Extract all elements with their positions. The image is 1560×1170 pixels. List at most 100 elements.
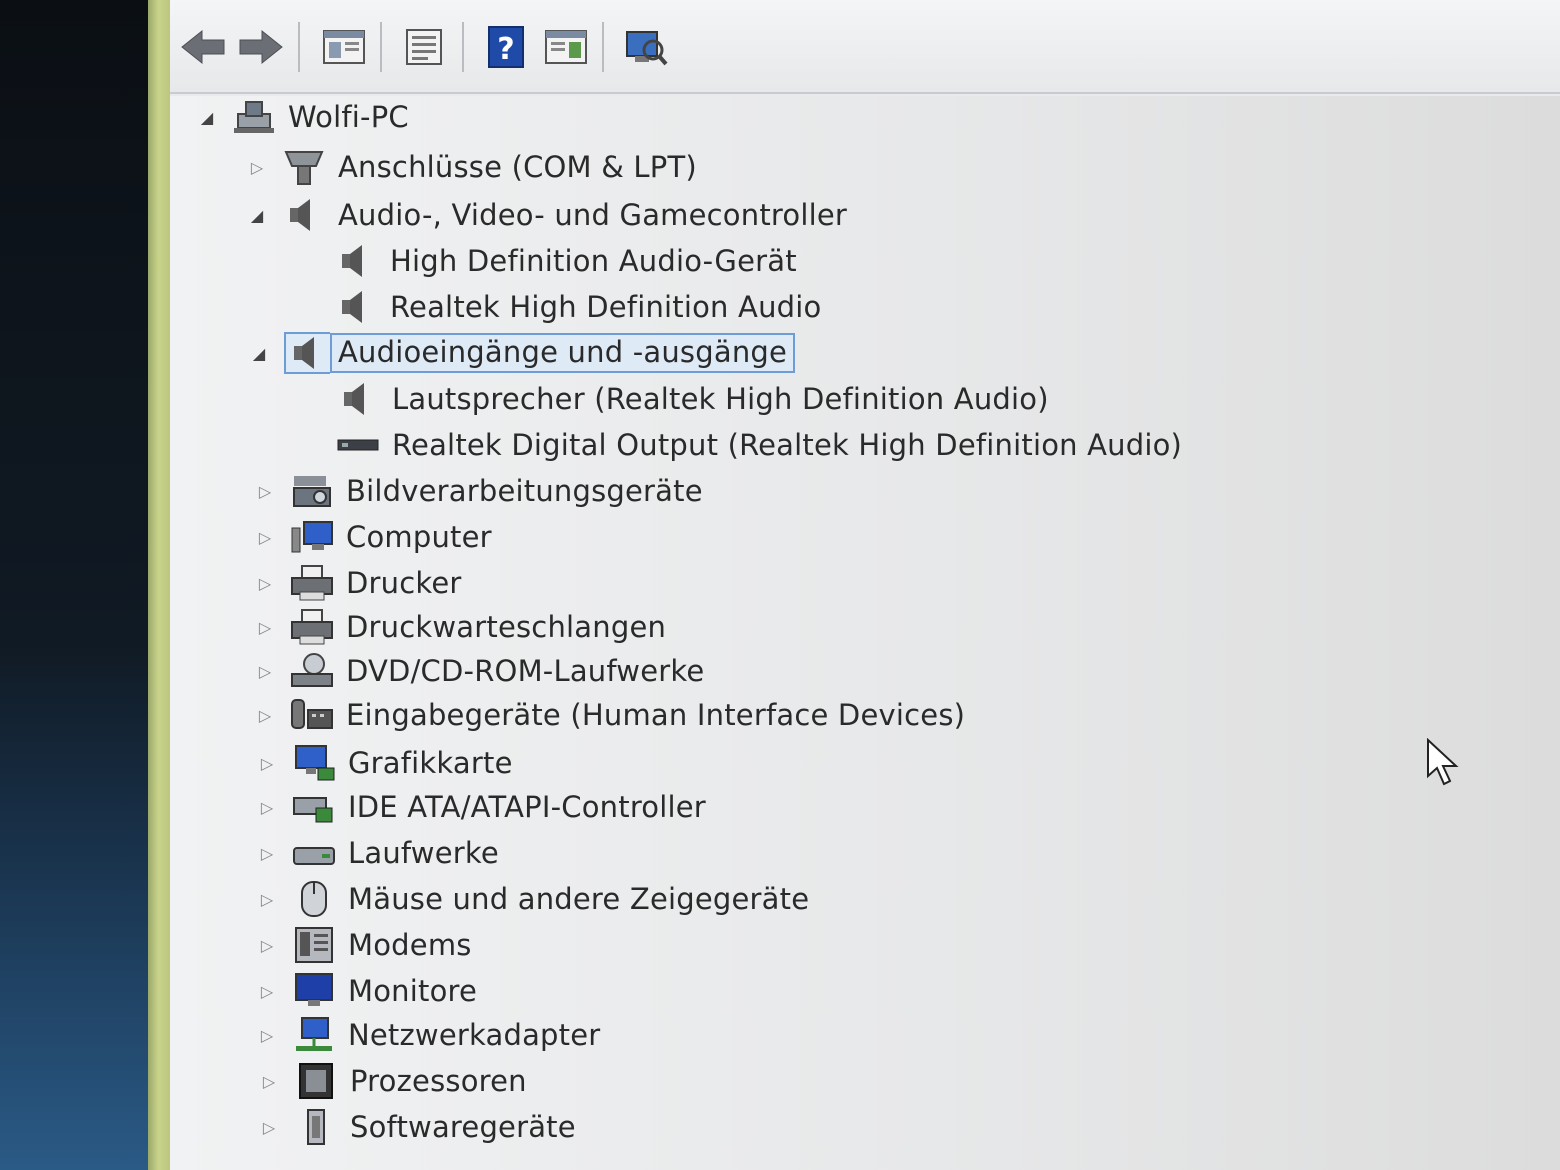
expand-arrow-icon[interactable]: ▷ <box>256 796 278 818</box>
tree-category-modems[interactable]: ▷ Modems <box>256 924 472 966</box>
expand-arrow-icon[interactable]: ▷ <box>256 842 278 864</box>
show-hide-console-tree-button[interactable] <box>318 24 370 70</box>
category-label: Druckwarteschlangen <box>346 610 667 644</box>
expand-arrow-icon[interactable]: ▷ <box>254 572 276 594</box>
category-label: Prozessoren <box>350 1064 527 1098</box>
category-label: Softwaregeräte <box>350 1110 576 1144</box>
toolbar-separator <box>462 22 464 72</box>
svg-text:?: ? <box>497 32 514 67</box>
display-adapter-icon <box>292 744 336 782</box>
expand-arrow-icon[interactable]: ▷ <box>254 526 276 548</box>
tree-device-speakers[interactable]: Lautsprecher (Realtek High Definition Au… <box>336 378 1049 420</box>
tree-category-processors[interactable]: ▷ Prozessoren <box>258 1060 527 1102</box>
toolbar-separator <box>380 22 382 72</box>
dvd-drive-icon <box>290 652 334 690</box>
root-label: Wolfi-PC <box>288 100 409 134</box>
device-tree: ◢ Wolfi-PC ▷ Anschlüsse (COM & LPT) ◢ Au… <box>170 96 1560 1170</box>
digital-output-icon <box>336 426 380 464</box>
category-label: Computer <box>346 520 492 554</box>
speaker-icon <box>336 380 380 418</box>
software-device-icon <box>294 1108 338 1146</box>
expand-arrow-icon[interactable]: ▷ <box>254 616 276 638</box>
speaker-icon <box>282 196 326 234</box>
category-label: Audioeingänge und -ausgänge <box>330 333 796 373</box>
category-label: Drucker <box>346 566 462 600</box>
tree-category-network-adapters[interactable]: ▷ Netzwerkadapter <box>256 1014 600 1056</box>
category-label: Audio-, Video- und Gamecontroller <box>338 198 848 232</box>
desktop-background <box>0 0 150 1170</box>
mouse-pointer-icon <box>1427 738 1459 786</box>
tree-category-mice[interactable]: ▷ Mäuse und andere Zeigegeräte <box>256 878 809 920</box>
camera-icon <box>290 472 334 510</box>
printer-icon <box>290 564 334 602</box>
toolbar: ? <box>170 0 1560 94</box>
category-label: Modems <box>348 928 472 962</box>
collapse-arrow-icon[interactable]: ◢ <box>246 204 268 226</box>
tree-device-hd-audio[interactable]: High Definition Audio-Gerät <box>334 240 797 282</box>
collapse-arrow-icon[interactable]: ◢ <box>248 342 270 364</box>
speaker-icon <box>334 242 378 280</box>
printer-icon <box>290 608 334 646</box>
tree-device-realtek-audio[interactable]: Realtek High Definition Audio <box>334 286 821 328</box>
tree-device-digital-output[interactable]: Realtek Digital Output (Realtek High Def… <box>336 424 1182 466</box>
category-label: IDE ATA/ATAPI-Controller <box>348 790 706 824</box>
tree-category-audio-io[interactable]: ◢ Audioeingänge und -ausgänge <box>248 332 796 374</box>
disk-drive-icon <box>292 834 336 872</box>
scan-hardware-icon <box>626 31 668 66</box>
category-label: Grafikkarte <box>348 746 513 780</box>
category-label: Eingabegeräte (Human Interface Devices) <box>346 698 966 732</box>
expand-arrow-icon[interactable]: ▷ <box>254 704 276 726</box>
tree-category-ide-controllers[interactable]: ▷ IDE ATA/ATAPI-Controller <box>256 786 706 828</box>
expand-arrow-icon[interactable]: ▷ <box>256 1024 278 1046</box>
action-pane-button[interactable] <box>540 24 592 70</box>
forward-button[interactable] <box>236 24 286 70</box>
forward-arrow-icon <box>239 29 283 65</box>
modem-icon <box>292 926 336 964</box>
tree-category-computer[interactable]: ▷ Computer <box>254 516 492 558</box>
tree-category-dvd-drives[interactable]: ▷ DVD/CD-ROM-Laufwerke <box>254 650 704 692</box>
expand-arrow-icon[interactable]: ▷ <box>254 660 276 682</box>
tree-root-node[interactable]: ◢ Wolfi-PC <box>196 96 409 138</box>
help-icon: ? <box>488 26 524 68</box>
back-button[interactable] <box>178 24 228 70</box>
help-button[interactable]: ? <box>480 24 532 70</box>
expand-arrow-icon[interactable]: ▷ <box>256 888 278 910</box>
tree-category-print-queues[interactable]: ▷ Druckwarteschlangen <box>254 606 666 648</box>
tree-category-software-devices[interactable]: ▷ Softwaregeräte <box>258 1106 576 1148</box>
tree-category-hid[interactable]: ▷ Eingabegeräte (Human Interface Devices… <box>254 694 965 736</box>
monitor-icon <box>292 972 336 1010</box>
tree-category-audio-video[interactable]: ◢ Audio-, Video- und Gamecontroller <box>246 194 847 236</box>
properties-button[interactable] <box>398 24 450 70</box>
hid-icon <box>290 696 334 734</box>
expand-arrow-icon[interactable]: ▷ <box>254 480 276 502</box>
speaker-icon <box>284 332 330 374</box>
computer-icon <box>290 518 334 556</box>
expand-arrow-icon[interactable]: ▷ <box>256 752 278 774</box>
processor-icon <box>294 1062 338 1100</box>
port-icon <box>282 148 326 186</box>
computer-root-icon <box>232 98 276 136</box>
category-label: Laufwerke <box>348 836 499 870</box>
tree-category-disk-drives[interactable]: ▷ Laufwerke <box>256 832 499 874</box>
tree-category-printers[interactable]: ▷ Drucker <box>254 562 462 604</box>
device-label: High Definition Audio-Gerät <box>390 244 797 278</box>
expand-arrow-icon[interactable]: ▷ <box>246 156 268 178</box>
network-adapter-icon <box>292 1016 336 1054</box>
tree-category-imaging[interactable]: ▷ Bildverarbeitungsgeräte <box>254 470 703 512</box>
expand-arrow-icon[interactable]: ▷ <box>258 1070 280 1092</box>
expand-arrow-icon[interactable]: ▷ <box>256 980 278 1002</box>
collapse-arrow-icon[interactable]: ◢ <box>196 106 218 128</box>
tree-category-ports[interactable]: ▷ Anschlüsse (COM & LPT) <box>246 146 697 188</box>
expand-arrow-icon[interactable]: ▷ <box>258 1116 280 1138</box>
category-label: Netzwerkadapter <box>348 1018 601 1052</box>
expand-arrow-icon[interactable]: ▷ <box>256 934 278 956</box>
tree-category-monitors[interactable]: ▷ Monitore <box>256 970 477 1012</box>
scan-hardware-button[interactable] <box>620 24 672 70</box>
tree-category-display-adapters[interactable]: ▷ Grafikkarte <box>256 742 513 784</box>
toolbar-separator <box>602 22 604 72</box>
category-label: Monitore <box>348 974 478 1008</box>
toolbar-separator <box>298 22 300 72</box>
mouse-icon <box>292 880 336 918</box>
category-label: Anschlüsse (COM & LPT) <box>338 150 697 184</box>
device-label: Lautsprecher (Realtek High Definition Au… <box>392 382 1049 416</box>
